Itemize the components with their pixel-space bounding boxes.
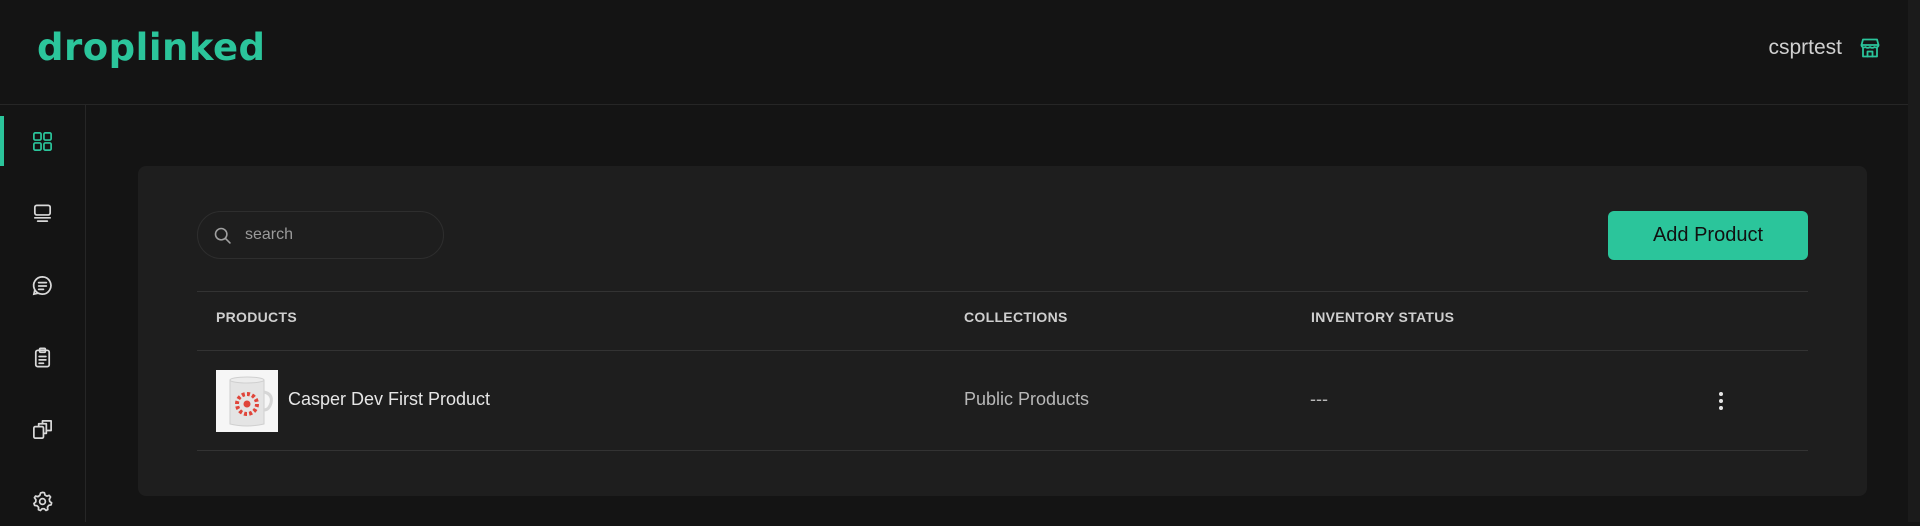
sidebar-item-orders[interactable] [0,332,85,382]
column-header-inventory-status: INVENTORY STATUS [1311,309,1455,325]
product-thumbnail-image [216,370,278,432]
scrollbar[interactable] [1908,0,1920,522]
cards-icon [33,419,52,439]
store-icon[interactable] [1858,36,1882,60]
sidebar-item-settings[interactable] [0,476,85,526]
username[interactable]: csprtest [1768,36,1842,60]
products-icon [33,203,52,222]
droplinked-logo[interactable]: droplinked [37,26,266,69]
product-thumbnail[interactable] [216,370,278,432]
orders-clipboard-icon [34,347,51,367]
product-collection: Public Products [964,389,1090,409]
top-bar: droplinked csprtest [0,0,1920,105]
more-vertical-icon [1719,392,1723,410]
add-product-button[interactable]: Add Product [1608,211,1808,260]
sidebar-item-products[interactable] [0,188,85,238]
sidebar-item-dashboard[interactable] [0,116,85,166]
sidebar [0,105,86,522]
sidebar-item-collections[interactable] [0,260,85,310]
divider [197,450,1808,451]
user-menu[interactable]: csprtest [1768,36,1882,60]
settings-gear-icon [33,491,53,511]
search-input[interactable] [243,225,417,245]
product-name[interactable]: Casper Dev First Product [288,389,490,410]
sidebar-item-cards[interactable] [0,404,85,454]
row-actions-button[interactable] [1708,386,1734,416]
search-box[interactable] [197,211,444,259]
column-header-collections: COLLECTIONS [964,309,1068,325]
table-row[interactable]: Casper Dev First Product Public Products… [197,351,1808,450]
products-panel: Add Product PRODUCTS COLLECTIONS INVENTO… [138,166,1867,496]
dashboard-grid-icon [33,131,52,151]
product-inventory-status: --- [1310,389,1328,409]
divider [197,291,1808,292]
search-icon [214,227,231,244]
column-header-products: PRODUCTS [216,309,297,325]
collections-icon [32,275,52,295]
